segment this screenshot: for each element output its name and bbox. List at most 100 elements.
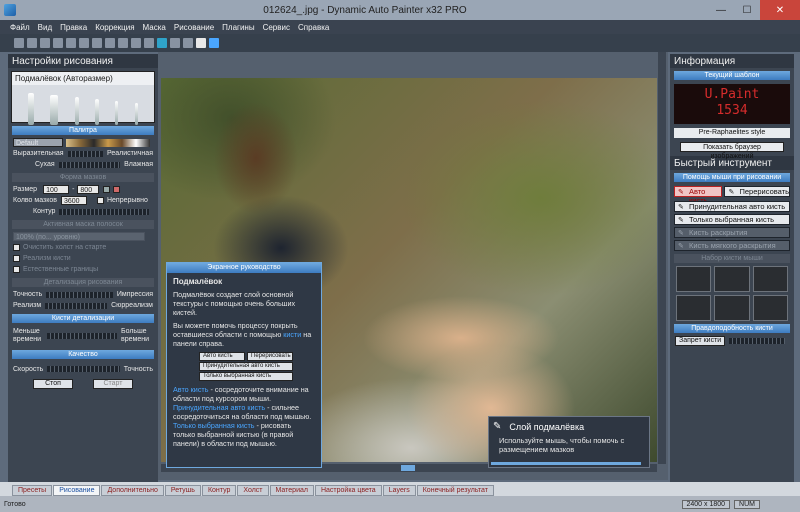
tab-extra[interactable]: Дополнительно (101, 485, 164, 496)
guide-p2: Вы можете помочь процессу покрыть оставш… (173, 321, 312, 348)
continuous-checkbox[interactable] (96, 197, 104, 204)
tab-bar: Пресеты Рисование Дополнительно Ретушь К… (0, 482, 800, 496)
more-time-label: Больше времени (121, 328, 149, 343)
contour-slider[interactable] (59, 208, 149, 215)
size-min-input[interactable]: 100 (43, 185, 70, 194)
accuracy-label: Точность (13, 291, 43, 298)
menu-mask[interactable]: Маска (143, 23, 166, 32)
stop-icon[interactable] (157, 38, 167, 48)
brush-thumbnails (676, 266, 788, 321)
guide-buttons-preview: Авто кисть Перерисовать Принудительная а… (199, 352, 293, 381)
stop-button[interactable]: Стоп (33, 379, 73, 389)
size-max-input[interactable]: 800 (77, 185, 100, 194)
help-head: Помощь мыши при рисовании (674, 173, 790, 182)
brush-preset-preview[interactable]: Подмалёвок (Авторазмер) (11, 71, 155, 125)
tab-painting[interactable]: Рисование (53, 485, 101, 496)
forced-auto-brush-button[interactable]: ✎ Принудительная авто кисть (674, 201, 790, 212)
pause-icon[interactable] (183, 38, 193, 48)
realism-slider[interactable] (45, 302, 108, 309)
cube-icon[interactable] (209, 38, 219, 48)
accuracy-slider[interactable] (46, 291, 113, 298)
menu-view[interactable]: Вид (38, 23, 52, 32)
image-icon[interactable] (79, 38, 89, 48)
brush-thumb[interactable] (676, 266, 712, 292)
brush-icon: ✎ (678, 230, 684, 237)
led-line2: 1534 (716, 103, 748, 118)
mask-brush-button[interactable]: ✎Кисть раскрытия подмалёвка (674, 227, 790, 246)
layer-head: Активная маска полосок (12, 220, 154, 229)
auto-brush-button[interactable]: ✎Авто кисть (674, 186, 723, 205)
new-file-icon[interactable] (14, 38, 24, 48)
size-label: Размер (13, 186, 38, 193)
menu-bar: Файл Вид Правка Коррекция Маска Рисовани… (0, 20, 800, 34)
star-icon[interactable] (66, 38, 76, 48)
brush-thumb[interactable] (714, 266, 750, 292)
status-bar: Готово 2400 x 1800 NUM (0, 496, 800, 512)
guide-redraw: Перерисовать (247, 352, 293, 361)
palette-swatch[interactable] (66, 138, 150, 147)
brush-thumb[interactable] (714, 295, 750, 321)
menu-painting[interactable]: Рисование (174, 23, 214, 32)
start-button[interactable]: Старт (93, 379, 133, 389)
tab-canvas[interactable]: Холст (237, 485, 269, 496)
tab-material[interactable]: Материал (269, 485, 314, 496)
scroll-thumb[interactable] (401, 465, 415, 471)
palette-select[interactable]: Default (13, 138, 63, 147)
layer-select[interactable]: 100% (по... уровню) (13, 232, 145, 241)
minimize-icon[interactable]: — (708, 0, 734, 20)
right-panel: Информация Текущий шаблон U.Paint 1534 P… (670, 54, 794, 482)
brush-thumb[interactable] (752, 295, 788, 321)
menu-service[interactable]: Сервис (263, 23, 290, 32)
open-icon[interactable] (27, 38, 37, 48)
surrealism-label: Сюрреализм (111, 302, 153, 309)
preset-name: Подмалёвок (Авторазмер) (12, 72, 154, 85)
menu-correction[interactable]: Коррекция (95, 23, 134, 32)
curve-icon[interactable] (113, 186, 121, 193)
selected-brush-button[interactable]: ✎ Только выбранная кисть (674, 214, 790, 225)
tab-color[interactable]: Настройка цвета (314, 485, 382, 496)
maximize-icon[interactable]: ☐ (734, 0, 760, 20)
brush-thumb[interactable] (676, 295, 712, 321)
zoom-out-icon[interactable] (105, 38, 115, 48)
grid-icon[interactable] (131, 38, 141, 48)
menu-help[interactable]: Справка (298, 23, 329, 32)
tab-presets[interactable]: Пресеты (12, 485, 53, 496)
natural-edges-checkbox[interactable] (13, 266, 20, 273)
tab-retouch[interactable]: Ретушь (164, 485, 201, 496)
detail-time-slider[interactable] (47, 333, 117, 339)
tab-layers[interactable]: Layers (382, 485, 416, 496)
zoom-in-icon[interactable] (92, 38, 102, 48)
lock-icon[interactable] (103, 186, 111, 193)
help-icon[interactable] (196, 38, 206, 48)
wet-slider[interactable] (58, 161, 121, 168)
plausibility-slider[interactable] (729, 337, 785, 344)
menu-plugins[interactable]: Плагины (222, 23, 254, 32)
menu-edit[interactable]: Правка (60, 23, 87, 32)
vertical-scrollbar[interactable] (658, 52, 666, 464)
save-icon[interactable] (40, 38, 50, 48)
compare-icon[interactable] (144, 38, 154, 48)
menu-file[interactable]: Файл (10, 23, 30, 32)
forbid-brush-button[interactable]: Запрет кисти (675, 335, 726, 346)
print-icon[interactable] (53, 38, 63, 48)
brush-thumb[interactable] (752, 266, 788, 292)
soft-brush-button[interactable]: ✎ Кисть мягкого раскрытия (674, 240, 790, 251)
realism-checkbox[interactable] (13, 255, 20, 262)
clear-start-checkbox[interactable] (13, 244, 20, 251)
brush-icon (115, 101, 119, 125)
expressive-slider[interactable] (67, 150, 104, 157)
brush-icon (134, 103, 138, 125)
tab-contour[interactable]: Контур (201, 485, 237, 496)
tab-result[interactable]: Конечный результат (416, 485, 494, 496)
quality-slider[interactable] (47, 366, 120, 372)
quality-head: Качество (12, 350, 154, 359)
strokes-input[interactable]: 3600 (60, 196, 87, 205)
redraw-button[interactable]: ✎ Перерисовать (724, 186, 790, 197)
fit-icon[interactable] (118, 38, 128, 48)
contour-label: Контур (33, 208, 56, 215)
close-icon[interactable]: ✕ (760, 0, 800, 20)
guide-forced: Принудительная авто кисть (199, 362, 293, 371)
browse-images-button[interactable]: Показать браузер изображений (680, 142, 784, 160)
brush-icon (50, 95, 59, 125)
play-icon[interactable] (170, 38, 180, 48)
